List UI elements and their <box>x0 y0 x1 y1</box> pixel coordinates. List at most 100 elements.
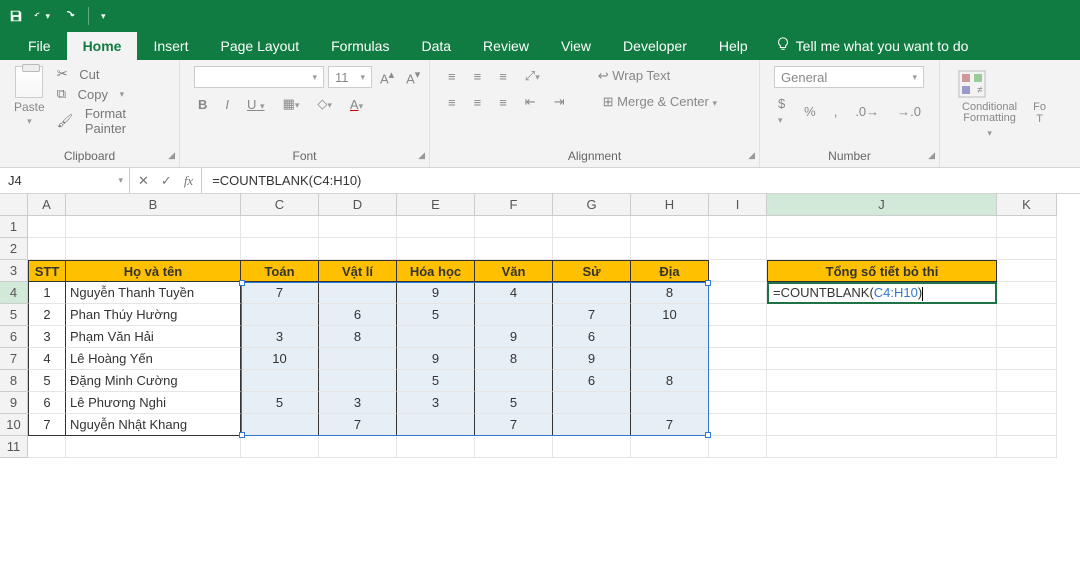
cell-J1[interactable] <box>767 216 997 238</box>
cell-G11[interactable] <box>553 436 631 458</box>
row-header-3[interactable]: 3 <box>0 260 28 282</box>
cell-K10[interactable] <box>997 414 1057 436</box>
cell-A7[interactable]: 4 <box>28 348 66 370</box>
cell-E3[interactable]: Hóa học <box>397 260 475 282</box>
cell-K11[interactable] <box>997 436 1057 458</box>
column-header-F[interactable]: F <box>475 194 553 216</box>
column-header-B[interactable]: B <box>66 194 241 216</box>
column-header-I[interactable]: I <box>709 194 767 216</box>
decrease-decimal-icon[interactable]: →.0 <box>893 102 925 121</box>
cell-F2[interactable] <box>475 238 553 260</box>
cell-H3[interactable]: Địa <box>631 260 709 282</box>
align-top-icon[interactable]: ≡ <box>444 67 460 86</box>
name-box-input[interactable] <box>0 173 100 188</box>
cell-B5[interactable]: Phan Thúy Hường <box>66 304 241 326</box>
row-header-1[interactable]: 1 <box>0 216 28 238</box>
currency-button[interactable]: $ ▾ <box>774 94 790 128</box>
cell-A5[interactable]: 2 <box>28 304 66 326</box>
qat-customize-icon[interactable]: ▾ <box>101 11 106 22</box>
cell-D3[interactable]: Vật lí <box>319 260 397 282</box>
decrease-font-icon[interactable]: A▾ <box>402 66 424 88</box>
cell-K6[interactable] <box>997 326 1057 348</box>
cell-E2[interactable] <box>397 238 475 260</box>
cell-J11[interactable] <box>767 436 997 458</box>
border-button[interactable]: ▦▾ <box>279 94 304 114</box>
cell-H2[interactable] <box>631 238 709 260</box>
increase-font-icon[interactable]: A▴ <box>376 66 398 88</box>
cell-I8[interactable] <box>709 370 767 392</box>
number-launcher-icon[interactable]: ◢ <box>928 150 935 161</box>
cell-A10[interactable]: 7 <box>28 414 66 436</box>
cell-I9[interactable] <box>709 392 767 414</box>
conditional-formatting-button[interactable]: ≠ Conditional Formatting ▾ <box>954 66 1025 139</box>
cell-K2[interactable] <box>997 238 1057 260</box>
column-header-C[interactable]: C <box>241 194 319 216</box>
tab-data[interactable]: Data <box>405 32 467 60</box>
column-header-E[interactable]: E <box>397 194 475 216</box>
cell-A8[interactable]: 5 <box>28 370 66 392</box>
format-painter-button[interactable]: 🖌 Format Painter <box>57 106 165 136</box>
row-header-5[interactable]: 5 <box>0 304 28 326</box>
cell-I2[interactable] <box>709 238 767 260</box>
undo-icon[interactable]: ▾ <box>34 8 50 24</box>
align-center-icon[interactable]: ≡ <box>470 93 486 112</box>
cell-H11[interactable] <box>631 436 709 458</box>
row-header-6[interactable]: 6 <box>0 326 28 348</box>
clipboard-launcher-icon[interactable]: ◢ <box>168 150 175 161</box>
cell-K4[interactable] <box>997 282 1057 304</box>
cell-F11[interactable] <box>475 436 553 458</box>
comma-button[interactable]: , <box>830 102 842 121</box>
number-format-select[interactable]: General▾ <box>774 66 924 88</box>
cut-button[interactable]: ✂ Cut <box>57 66 165 82</box>
enter-icon[interactable]: ✓ <box>161 173 172 189</box>
tab-formulas[interactable]: Formulas <box>315 32 405 60</box>
cell-B6[interactable]: Phạm Văn Hải <box>66 326 241 348</box>
percent-button[interactable]: % <box>800 102 820 121</box>
cell-B3[interactable]: Họ và tên <box>66 260 241 282</box>
align-middle-icon[interactable]: ≡ <box>470 67 486 86</box>
bold-button[interactable]: B <box>194 95 211 114</box>
cell-J6[interactable] <box>767 326 997 348</box>
alignment-launcher-icon[interactable]: ◢ <box>748 150 755 161</box>
column-header-J[interactable]: J <box>767 194 997 216</box>
cell-A9[interactable]: 6 <box>28 392 66 414</box>
row-header-7[interactable]: 7 <box>0 348 28 370</box>
cell-K7[interactable] <box>997 348 1057 370</box>
font-launcher-icon[interactable]: ◢ <box>418 150 425 161</box>
cell-G1[interactable] <box>553 216 631 238</box>
font-name-select[interactable]: ▾ <box>194 66 324 88</box>
increase-indent-icon[interactable]: ⇥ <box>550 92 569 112</box>
cell-J10[interactable] <box>767 414 997 436</box>
format-table-button[interactable]: Fo T <box>1033 66 1046 125</box>
tab-insert[interactable]: Insert <box>137 32 204 60</box>
fill-color-button[interactable]: ◇▾ <box>313 94 336 114</box>
wrap-text-button[interactable]: ↩ Wrap Text <box>594 66 675 86</box>
tab-help[interactable]: Help <box>703 32 764 60</box>
orientation-icon[interactable]: ⤢▾ <box>521 66 544 86</box>
cell-F1[interactable] <box>475 216 553 238</box>
cell-I3[interactable] <box>709 260 767 282</box>
font-size-select[interactable]: 11▾ <box>328 66 372 88</box>
tell-me[interactable]: Tell me what you want to do <box>776 37 969 60</box>
cell-J2[interactable] <box>767 238 997 260</box>
cell-B8[interactable]: Đặng Minh Cường <box>66 370 241 392</box>
cell-K5[interactable] <box>997 304 1057 326</box>
cell-B11[interactable] <box>66 436 241 458</box>
tab-developer[interactable]: Developer <box>607 32 703 60</box>
cell-A11[interactable] <box>28 436 66 458</box>
cell-I11[interactable] <box>709 436 767 458</box>
cell-C3[interactable]: Toán <box>241 260 319 282</box>
row-headers[interactable]: 1234567891011 <box>0 216 28 458</box>
merge-center-button[interactable]: ⊞ Merge & Center ▾ <box>599 92 721 112</box>
cell-A1[interactable] <box>28 216 66 238</box>
cell-H1[interactable] <box>631 216 709 238</box>
cell-B2[interactable] <box>66 238 241 260</box>
cell-E1[interactable] <box>397 216 475 238</box>
cell-A2[interactable] <box>28 238 66 260</box>
cell-G3[interactable]: Sử <box>553 260 631 282</box>
save-icon[interactable] <box>8 8 24 24</box>
cell-I5[interactable] <box>709 304 767 326</box>
cell-J8[interactable] <box>767 370 997 392</box>
cell-C1[interactable] <box>241 216 319 238</box>
cell-B7[interactable]: Lê Hoàng Yến <box>66 348 241 370</box>
